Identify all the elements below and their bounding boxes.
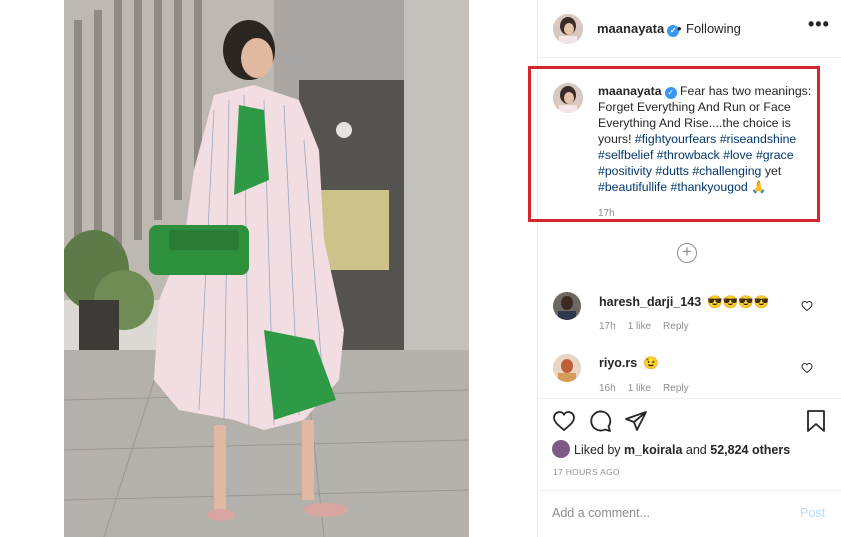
caption-timestamp[interactable]: 17h <box>598 208 615 219</box>
post-actions-bar <box>538 398 841 438</box>
save-bookmark-icon[interactable] <box>804 409 828 433</box>
hashtag[interactable]: #love <box>723 148 752 162</box>
comment-reply-button[interactable]: Reply <box>663 383 689 394</box>
share-paper-plane-icon[interactable] <box>624 409 648 433</box>
commenter-avatar-image <box>553 354 581 382</box>
comment-text: 😎😎😎😎 <box>707 295 770 309</box>
comment-username[interactable]: haresh_darji_143 😎😎😎😎 <box>599 295 769 310</box>
hashtag[interactable]: #fightyourfears <box>635 132 716 146</box>
author-avatar[interactable] <box>553 14 583 44</box>
post-photo[interactable] <box>64 0 469 537</box>
likes-and: and <box>685 443 707 457</box>
hashtag[interactable]: #beautifullife <box>598 180 667 194</box>
separator-dot: • <box>677 21 682 36</box>
add-comment-input[interactable] <box>552 506 782 520</box>
caption-text: maanayata ✓ Fear has two meanings: Forget… <box>598 83 824 195</box>
caption-connector: yet <box>764 164 782 178</box>
comment-meta: 16h 1 like Reply <box>599 383 701 394</box>
comment-time[interactable]: 16h <box>599 383 616 394</box>
hashtag[interactable]: #challenging <box>692 164 761 178</box>
hashtag[interactable]: #selfbelief <box>598 148 653 162</box>
comment-text: 😉 <box>643 356 659 370</box>
post-age[interactable]: 17 HOURS AGO <box>553 467 620 477</box>
hashtag[interactable]: #riseandshine <box>720 132 797 146</box>
likes-summary: Liked by m_koirala and 52,824 others <box>552 440 790 458</box>
hashtag[interactable]: #grace <box>756 148 794 162</box>
comment-username-text[interactable]: haresh_darji_143 <box>599 295 701 309</box>
hashtag[interactable]: #throwback <box>657 148 720 162</box>
commenter-avatar[interactable] <box>553 292 581 320</box>
comment-reply-button[interactable]: Reply <box>663 321 689 332</box>
comment-like-heart-icon[interactable] <box>801 362 813 374</box>
comment-likes[interactable]: 1 like <box>628 383 651 394</box>
liker-avatar[interactable] <box>552 440 570 458</box>
post-header: maanayata ✓ • Following ••• <box>538 0 841 58</box>
add-comment-bar: Post <box>538 490 841 537</box>
comment-meta: 17h 1 like Reply <box>599 321 701 332</box>
comment-username[interactable]: riyo.rs 😉 <box>599 356 659 371</box>
pray-emoji: 🙏 <box>751 180 767 194</box>
caption-author-avatar-image <box>553 83 583 113</box>
post-panel: maanayata ✓ • Following ••• maanayata ✓ Fe… <box>528 0 841 537</box>
caption-verified-icon: ✓ <box>664 87 677 99</box>
first-liker[interactable]: m_koirala <box>624 443 682 457</box>
author-avatar-image <box>553 14 583 44</box>
caption-username[interactable]: maanayata <box>598 84 662 98</box>
post-comment-button[interactable]: Post <box>800 506 825 520</box>
comment-bubble-icon[interactable] <box>588 409 612 433</box>
hashtag[interactable]: #positivity <box>598 164 652 178</box>
more-options-icon[interactable]: ••• <box>808 14 830 35</box>
comment-item: haresh_darji_143 😎😎😎😎 17h 1 like Reply <box>538 288 841 348</box>
following-button[interactable]: Following <box>686 21 741 36</box>
caption-author-avatar[interactable] <box>553 83 583 113</box>
author-username-text[interactable]: maanayata <box>597 21 664 36</box>
likes-prefix: Liked by <box>574 443 621 457</box>
hashtag[interactable]: #thankyougod <box>670 180 747 194</box>
post-photo-illustration <box>64 0 469 537</box>
like-heart-icon[interactable] <box>552 409 576 433</box>
comment-username-text[interactable]: riyo.rs <box>599 356 637 370</box>
commenter-avatar-image <box>553 292 581 320</box>
author-username[interactable]: maanayata ✓ <box>597 21 680 37</box>
comment-likes[interactable]: 1 like <box>628 321 651 332</box>
comment-like-heart-icon[interactable] <box>801 300 813 312</box>
commenter-avatar[interactable] <box>553 354 581 382</box>
hashtag[interactable]: #dutts <box>655 164 689 178</box>
load-more-comments-icon[interactable]: + <box>677 243 697 263</box>
comment-time[interactable]: 17h <box>599 321 616 332</box>
likes-others[interactable]: 52,824 others <box>710 443 790 457</box>
